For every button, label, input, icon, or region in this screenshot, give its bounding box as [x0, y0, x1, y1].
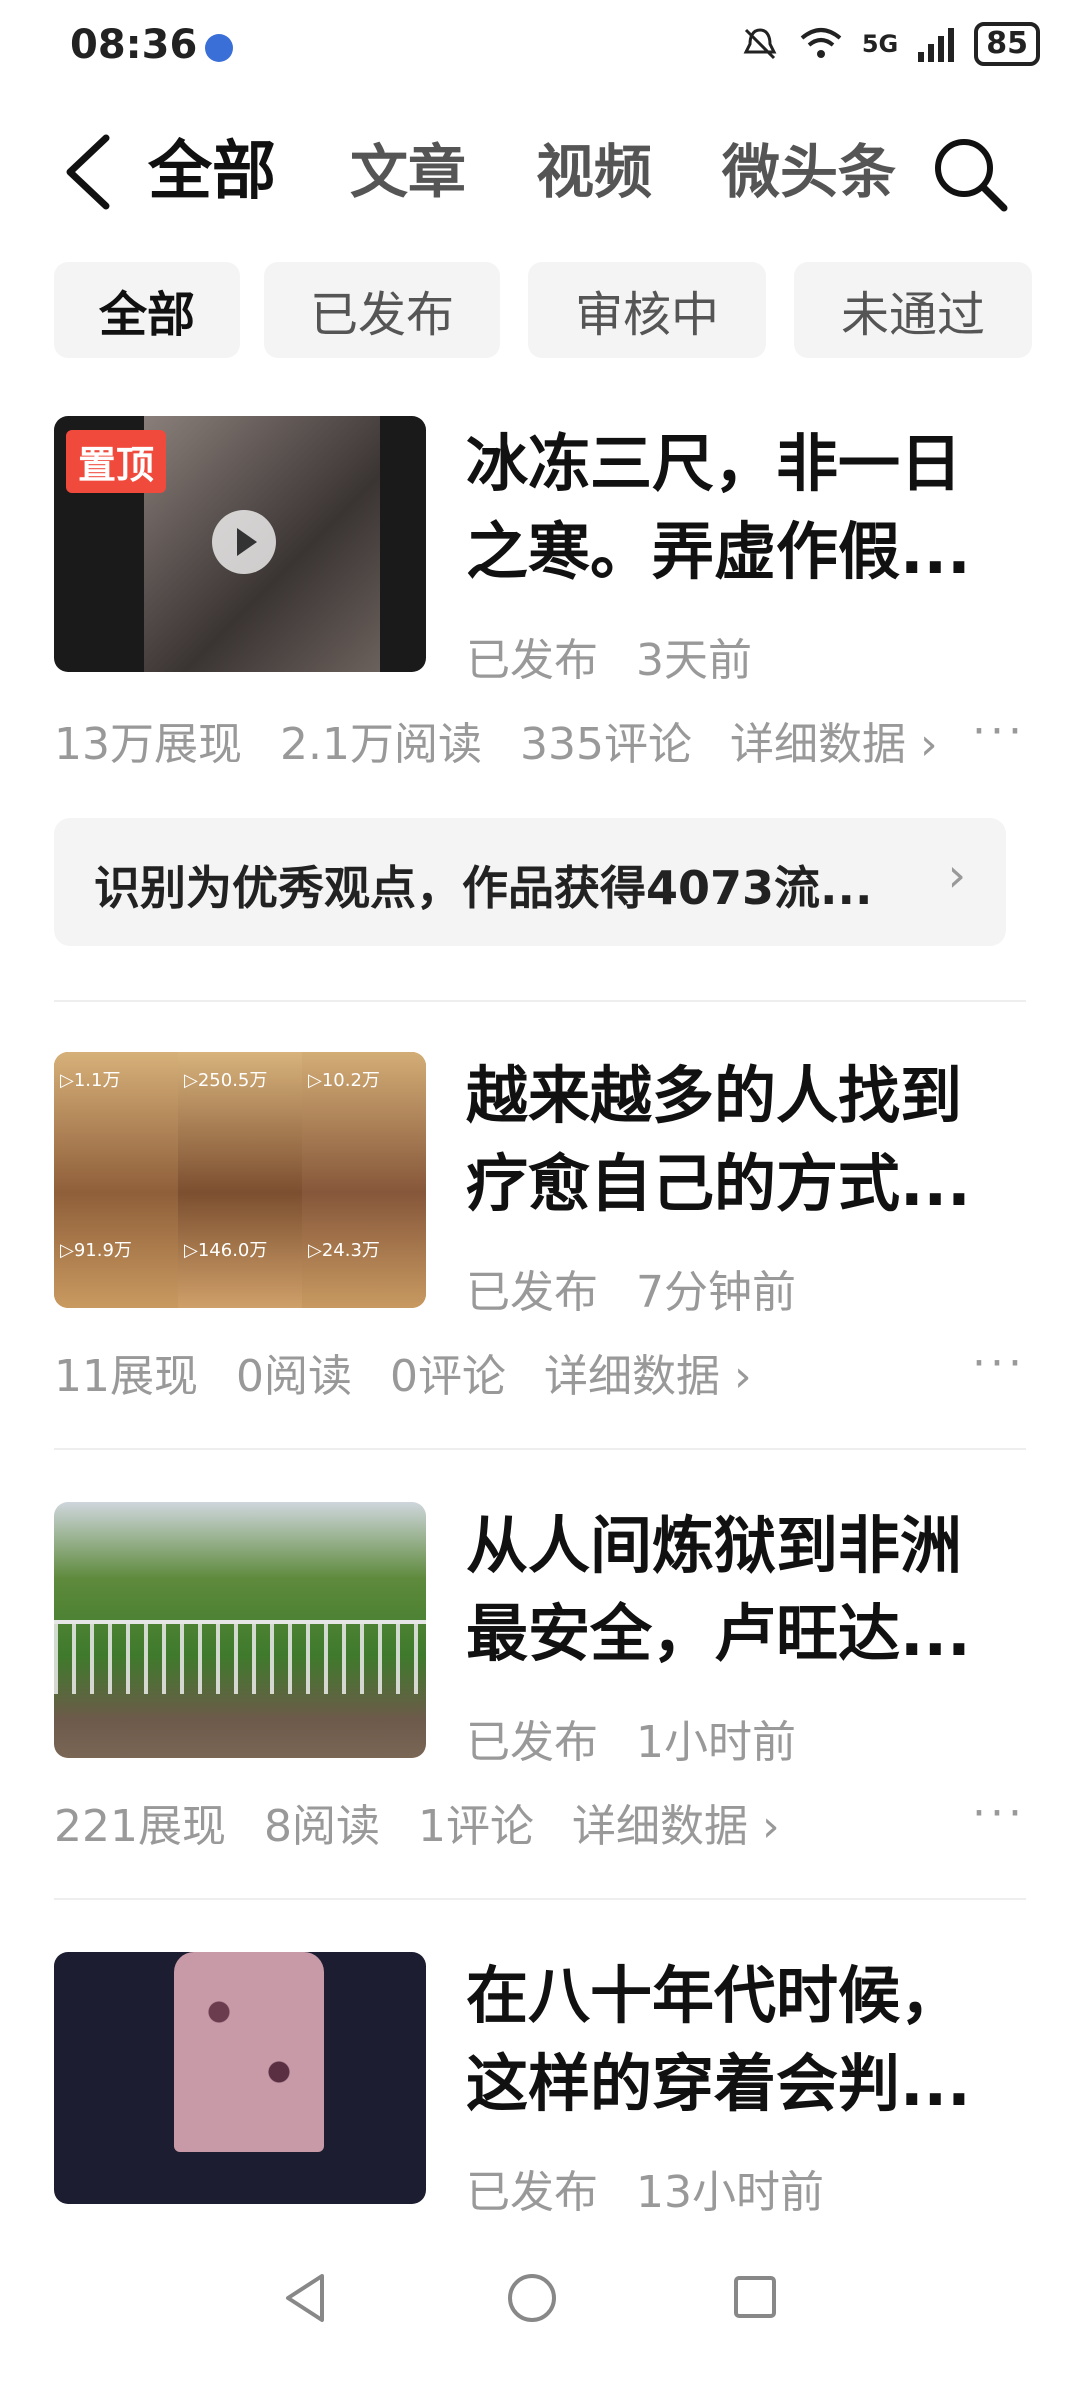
title-line: 从人间炼狱到非洲 [466, 1509, 963, 1582]
tab-articles[interactable]: 文章 [350, 132, 466, 212]
thumbnail-label: ▷1.1万 [60, 1070, 121, 1091]
reads-count: 8阅读 [263, 1801, 380, 1852]
tab-micro-headlines[interactable]: 微头条 [722, 132, 896, 212]
item-stats: 11展现 0阅读 0评论 详细数据 › [54, 1340, 776, 1404]
back-arrow-icon[interactable] [56, 132, 126, 212]
pinned-badge: 置顶 [66, 430, 167, 493]
app-notification-icon [205, 34, 233, 62]
thumbnail-label: ▷91.9万 [60, 1240, 132, 1261]
filter-rejected[interactable]: 未通过 [794, 262, 1032, 358]
status-time: 08:36 [70, 22, 198, 68]
detail-data-link[interactable]: 详细数据 › [572, 1801, 780, 1852]
fence-image [54, 1620, 426, 1694]
title-line: 在八十年代时候， [466, 1959, 963, 2032]
thumbnail-label: ▷146.0万 [184, 1240, 268, 1261]
thumbnail-label: ▷10.2万 [308, 1070, 380, 1091]
filter-published[interactable]: 已发布 [264, 262, 500, 358]
item-status-line: 已发布 1小时前 [466, 1706, 796, 1770]
item-stats: 13万展现 2.1万阅读 335评论 详细数据 › [54, 708, 962, 772]
wifi-icon [800, 28, 842, 58]
comments-count: 0评论 [390, 1351, 506, 1402]
item-title[interactable]: 在八十年代时候， 这样的穿着会判... [466, 1952, 1026, 2128]
system-navigation-bar [0, 2240, 1080, 2400]
divider [54, 1000, 1026, 1002]
publish-time: 7分钟前 [636, 1267, 796, 1318]
status-icons: 5G 85 [740, 22, 1040, 66]
publish-status: 已发布 [466, 1267, 598, 1318]
tab-videos[interactable]: 视频 [536, 132, 652, 212]
detail-data-link[interactable]: 详细数据 › [730, 719, 938, 770]
search-icon[interactable] [930, 134, 1010, 214]
filter-all[interactable]: 全部 [54, 262, 240, 358]
item-thumbnail[interactable]: 置顶 [54, 416, 426, 672]
thumbnail-image [174, 1952, 324, 2152]
item-thumbnail[interactable] [54, 1502, 426, 1758]
publish-time: 13小时前 [636, 2167, 824, 2218]
title-line: 冰冻三尺，非一日 [466, 427, 963, 500]
divider [54, 1898, 1026, 1900]
comments-count: 335评论 [519, 719, 692, 770]
filter-reviewing[interactable]: 审核中 [528, 262, 766, 358]
mute-icon [743, 28, 777, 60]
item-thumbnail[interactable]: ▷1.1万 ▷250.5万 ▷10.2万 ▷91.9万 ▷146.0万 ▷24.… [54, 1052, 426, 1308]
notice-banner[interactable]: 识别为优秀观点，作品获得4073流... › [54, 818, 1006, 946]
status-bar: 08:36 5G 85 [0, 0, 1080, 100]
comments-count: 1评论 [417, 1801, 534, 1852]
play-icon [212, 510, 276, 574]
title-line: 之寒。弄虚作假... [466, 515, 971, 588]
publish-status: 已发布 [466, 2167, 598, 2218]
title-line: 越来越多的人找到 [466, 1059, 963, 1132]
signal-type: 5G [861, 30, 899, 58]
item-status-line: 已发布 13小时前 [466, 2156, 824, 2220]
signal-icon [918, 28, 955, 62]
publish-time: 3天前 [636, 635, 752, 686]
chevron-right-icon: › [947, 848, 966, 902]
detail-data-link[interactable]: 详细数据 › [544, 1351, 752, 1402]
more-options-icon[interactable]: ··· [972, 1338, 1026, 1389]
title-line: 这样的穿着会判... [466, 2047, 971, 2120]
publish-status: 已发布 [466, 1717, 598, 1768]
item-thumbnail[interactable] [54, 1952, 426, 2204]
nav-back-icon[interactable] [280, 2270, 330, 2326]
title-line: 疗愈自己的方式... [466, 1147, 971, 1220]
divider [54, 1448, 1026, 1450]
notice-text: 识别为优秀观点，作品获得4073流... [94, 861, 873, 915]
battery-indicator: 85 [974, 22, 1040, 66]
reads-count: 0阅读 [236, 1351, 352, 1402]
item-title[interactable]: 从人间炼狱到非洲 最安全，卢旺达... [466, 1502, 1026, 1678]
nav-home-icon[interactable] [504, 2270, 560, 2326]
top-navigation: 全部 文章 视频 微头条 [0, 118, 1080, 228]
more-options-icon[interactable]: ··· [972, 706, 1026, 757]
impressions-count: 11展现 [54, 1351, 198, 1402]
reads-count: 2.1万阅读 [280, 719, 482, 770]
impressions-count: 13万展现 [54, 719, 242, 770]
publish-status: 已发布 [466, 635, 598, 686]
item-stats: 221展现 8阅读 1评论 详细数据 › [54, 1790, 804, 1854]
thumbnail-label: ▷24.3万 [308, 1240, 380, 1261]
thumbnail-label: ▷250.5万 [184, 1070, 268, 1091]
impressions-count: 221展现 [54, 1801, 226, 1852]
status-filters: 全部 已发布 审核中 未通过 [54, 262, 1034, 360]
tab-all[interactable]: 全部 [148, 132, 276, 212]
item-title[interactable]: 越来越多的人找到 疗愈自己的方式... [466, 1052, 1026, 1228]
publish-time: 1小时前 [636, 1717, 796, 1768]
more-options-icon[interactable]: ··· [972, 1788, 1026, 1839]
title-line: 最安全，卢旺达... [466, 1597, 971, 1670]
item-status-line: 已发布 3天前 [466, 624, 752, 688]
nav-recents-icon[interactable] [730, 2272, 780, 2322]
item-status-line: 已发布 7分钟前 [466, 1256, 796, 1320]
item-title[interactable]: 冰冻三尺，非一日 之寒。弄虚作假... [466, 420, 1026, 596]
